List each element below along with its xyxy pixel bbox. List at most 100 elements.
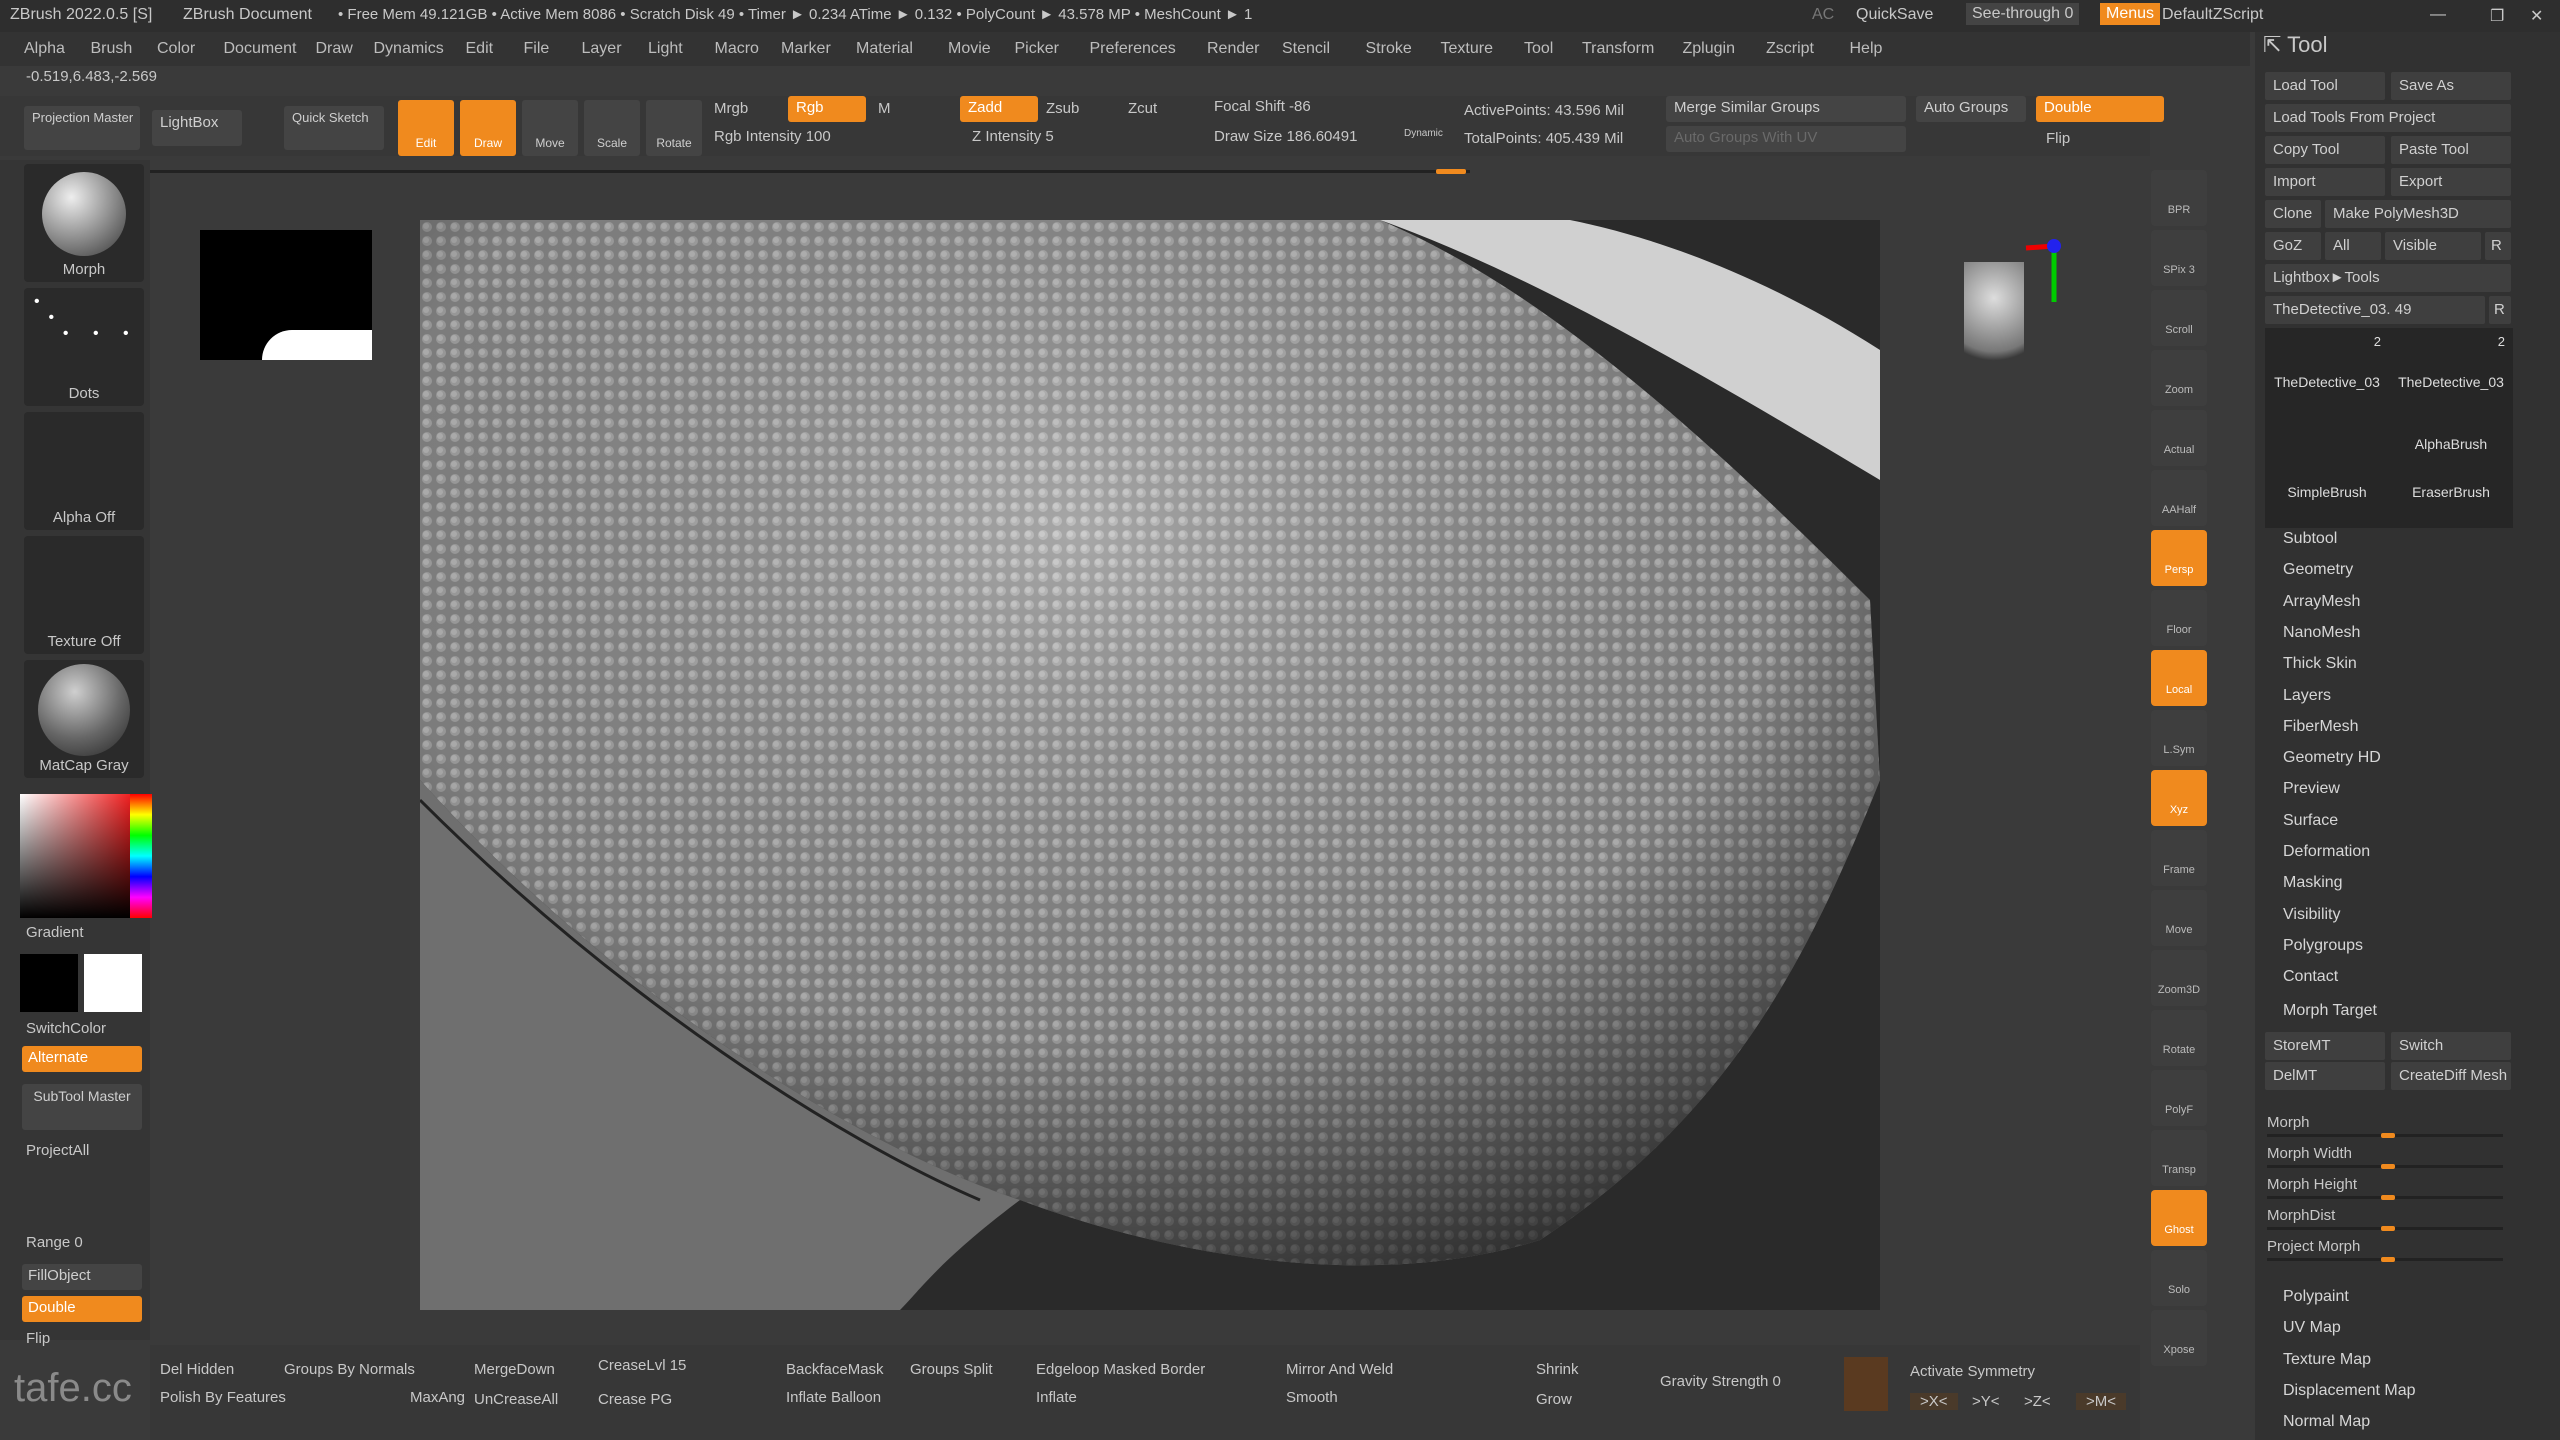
shelf-spix-3[interactable]: SPix 3 (2151, 230, 2207, 286)
storemt-button[interactable]: StoreMT (2265, 1032, 2385, 1060)
section-nanomesh[interactable]: NanoMesh (2283, 624, 2360, 642)
edgeloop-masked-border-button[interactable]: Edgeloop Masked Border (1036, 1361, 1205, 1378)
slider-track[interactable] (2267, 1133, 2503, 1138)
shelf-actual[interactable]: Actual (2151, 410, 2207, 466)
scale-button[interactable]: Scale (584, 100, 640, 156)
focal-shift-slider[interactable]: Focal Shift -86 (1214, 98, 1311, 115)
section-morph-target[interactable]: Morph Target (2283, 1002, 2377, 1020)
slider-morph-height[interactable]: Morph Height (2267, 1176, 2357, 1193)
menu-brush[interactable]: Brush (91, 40, 133, 58)
del-hidden-button[interactable]: Del Hidden (160, 1361, 234, 1378)
draw-size-slider[interactable]: Draw Size 186.60491 (1214, 128, 1357, 145)
tool-thumb-thedetective-03[interactable]: 2 TheDetective_03 (2393, 334, 2509, 390)
document-title[interactable]: ZBrush Document (183, 6, 312, 24)
shelf-ghost[interactable]: Ghost (2151, 1190, 2207, 1246)
shelf-polyf[interactable]: PolyF (2151, 1070, 2207, 1126)
section-geometry-hd[interactable]: Geometry HD (2283, 749, 2381, 767)
shelf-persp[interactable]: Persp (2151, 530, 2207, 586)
secondary-color-swatch[interactable] (84, 954, 142, 1012)
zadd-button[interactable]: Zadd (960, 96, 1038, 122)
ac-label[interactable]: AC (1812, 6, 1834, 24)
gradient-label[interactable]: Gradient (26, 924, 84, 941)
section-polygroups[interactable]: Polygroups (2283, 937, 2363, 955)
inflate-slider[interactable]: Inflate (1036, 1389, 1077, 1406)
menu-light[interactable]: Light (648, 40, 683, 58)
subtool-master-button[interactable]: SubTool Master (22, 1084, 142, 1130)
symmetry-brush-icon[interactable] (1844, 1357, 1888, 1411)
material-thumbnail[interactable]: MatCap Gray (24, 660, 144, 778)
range-slider[interactable]: Range 0 (26, 1234, 83, 1251)
brush-thumbnail[interactable]: Morph (24, 164, 144, 282)
draw-button[interactable]: Draw (460, 100, 516, 156)
minimize-icon[interactable]: — (2430, 6, 2446, 24)
section-thick-skin[interactable]: Thick Skin (2283, 655, 2357, 673)
section-texture-map[interactable]: Texture Map (2283, 1351, 2371, 1369)
merge-similar-groups-button[interactable]: Merge Similar Groups (1666, 96, 1906, 122)
save-as-button[interactable]: Save As (2391, 72, 2511, 100)
menu-render[interactable]: Render (1207, 40, 1259, 58)
slider-project-morph[interactable]: Project Morph (2267, 1238, 2360, 1255)
menu-zscript[interactable]: Zscript (1766, 40, 1814, 58)
menu-document[interactable]: Document (224, 40, 297, 58)
quicksave-button[interactable]: QuickSave (1856, 6, 1933, 24)
menu-color[interactable]: Color (157, 40, 195, 58)
stroke-thumbnail[interactable]: • • • • • Dots (24, 288, 144, 406)
menu-layer[interactable]: Layer (582, 40, 622, 58)
rgb-button[interactable]: Rgb (788, 96, 866, 122)
shelf-transp[interactable]: Transp (2151, 1130, 2207, 1186)
axis-gizmo-icon[interactable] (2024, 236, 2084, 306)
shrink-button[interactable]: Shrink (1536, 1361, 1579, 1378)
activate-symmetry-button[interactable]: Activate Symmetry (1910, 1363, 2035, 1380)
restore-icon[interactable]: ❐ (2490, 6, 2504, 26)
menu-picker[interactable]: Picker (1015, 40, 1059, 58)
section-arraymesh[interactable]: ArrayMesh (2283, 593, 2360, 611)
hue-strip[interactable] (130, 794, 152, 918)
tool-thumb-simplebrush[interactable]: SimpleBrush (2269, 444, 2385, 500)
menu-texture[interactable]: Texture (1441, 40, 1493, 58)
zsub-button[interactable]: Zsub (1046, 100, 1079, 117)
menu-alpha[interactable]: Alpha (24, 40, 65, 58)
rgb-intensity-slider[interactable]: Rgb Intensity 100 (714, 128, 831, 145)
symmetry-x-button[interactable]: >X< (1910, 1393, 1958, 1410)
section-subtool[interactable]: Subtool (2283, 530, 2337, 548)
section-visibility[interactable]: Visibility (2283, 906, 2341, 924)
smooth-slider[interactable]: Smooth (1286, 1389, 1338, 1406)
goz-button[interactable]: GoZ (2265, 232, 2321, 260)
lightbox-tools-button[interactable]: Lightbox►Tools (2265, 264, 2511, 292)
tool-r-button[interactable]: R (2489, 296, 2511, 324)
tool-thumb-thedetective-03[interactable]: 2 TheDetective_03 (2269, 334, 2385, 390)
make-polymesh-button[interactable]: Make PolyMesh3D (2325, 200, 2511, 228)
color-picker[interactable] (20, 794, 152, 918)
menu-edit[interactable]: Edit (466, 40, 494, 58)
mirror-weld-button[interactable]: Mirror And Weld (1286, 1361, 1393, 1378)
menu-help[interactable]: Help (1850, 40, 1883, 58)
menu-material[interactable]: Material (856, 40, 913, 58)
fillobject-button[interactable]: FillObject (22, 1264, 142, 1290)
menus-toggle[interactable]: Menus (2100, 3, 2161, 25)
section-normal-map[interactable]: Normal Map (2283, 1413, 2370, 1431)
lightbox-button[interactable]: LightBox (152, 110, 242, 146)
shelf-aahalf[interactable]: AAHalf (2151, 470, 2207, 526)
menu-dynamics[interactable]: Dynamics (374, 40, 444, 58)
slider-morph-width[interactable]: Morph Width (2267, 1145, 2352, 1162)
current-tool-slider[interactable]: TheDetective_03. 49 (2265, 296, 2485, 324)
section-geometry[interactable]: Geometry (2283, 561, 2353, 579)
seethrough-slider[interactable]: See-through 0 (1966, 3, 2080, 25)
shelf-zoom[interactable]: Zoom (2151, 350, 2207, 406)
menu-transform[interactable]: Transform (1582, 40, 1654, 58)
double-left-button[interactable]: Double (22, 1296, 142, 1322)
dynamic-toggle[interactable]: Dynamic (1404, 128, 1443, 139)
symmetry-z-button[interactable]: >Z< (2024, 1393, 2051, 1410)
switch-button[interactable]: Switch (2391, 1032, 2511, 1060)
inflate-balloon-slider[interactable]: Inflate Balloon (786, 1389, 881, 1406)
menu-movie[interactable]: Movie (948, 40, 991, 58)
menu-stroke[interactable]: Stroke (1366, 40, 1412, 58)
shelf-solo[interactable]: Solo (2151, 1250, 2207, 1306)
z-intensity-slider[interactable]: Z Intensity 5 (972, 128, 1054, 145)
shelf-xpose[interactable]: Xpose (2151, 1310, 2207, 1366)
shelf-bpr[interactable]: BPR (2151, 170, 2207, 226)
export-button[interactable]: Export (2391, 168, 2511, 196)
orientation-head-icon[interactable] (1964, 262, 2024, 382)
menu-macro[interactable]: Macro (715, 40, 759, 58)
section-preview[interactable]: Preview (2283, 780, 2340, 798)
